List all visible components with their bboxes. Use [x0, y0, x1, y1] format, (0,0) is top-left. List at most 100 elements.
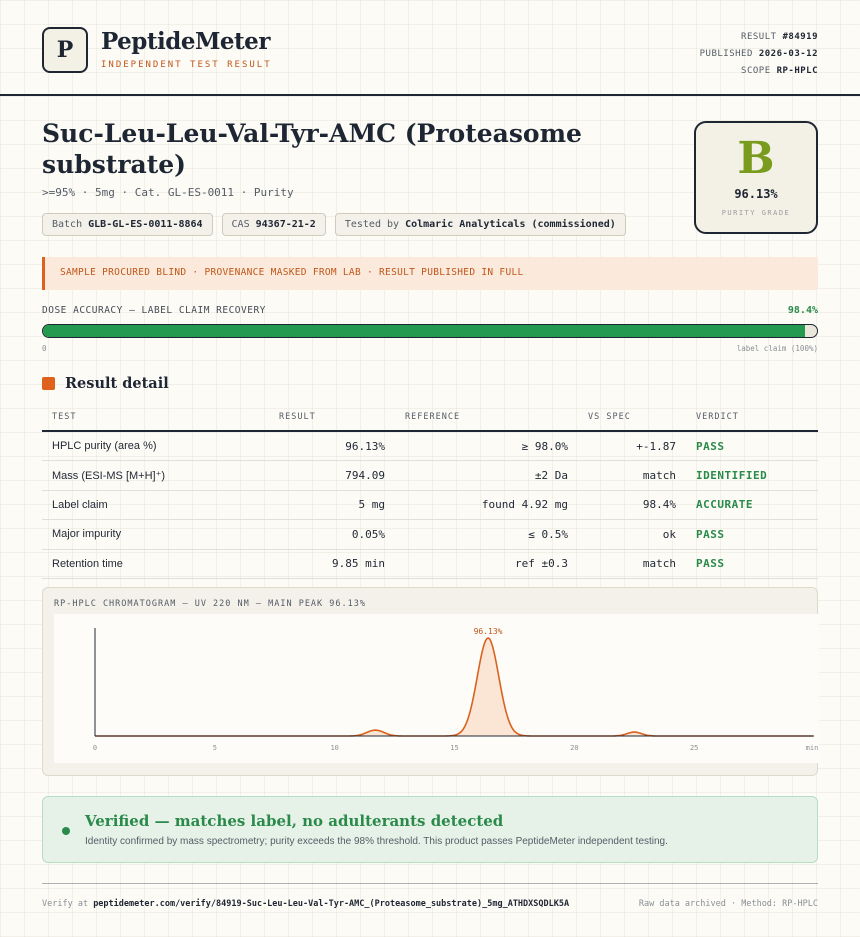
cas-chip: CAS 94367-21-2: [221, 213, 326, 236]
result-id-label: RESULT: [741, 32, 777, 42]
col-vs-spec: VS SPEC: [578, 404, 686, 432]
test-reference: ±2 Da: [395, 460, 578, 491]
published-label: PUBLISHED: [699, 49, 753, 59]
verified-dot-icon: [62, 827, 70, 835]
result-detail-heading: Result detail: [42, 375, 169, 392]
bar-min-label: 0: [42, 344, 47, 353]
result-table: TEST RESULT REFERENCE VS SPEC VERDICT HP…: [42, 404, 818, 579]
logo-icon: P: [42, 27, 88, 73]
verify-prefix: Verify at: [42, 899, 89, 909]
verify-url-link[interactable]: peptidemeter.com/verify/84919-Suc-Leu-Le…: [93, 899, 569, 909]
tested-by-value: Colmaric Analyticals (commissioned): [405, 219, 616, 230]
x-tick-label: 5: [213, 744, 217, 752]
verify-link-row: Verify at peptidemeter.com/verify/84919-…: [42, 899, 569, 909]
dose-accuracy-fill: [43, 325, 805, 337]
grade-label: PURITY GRADE: [721, 209, 791, 217]
test-vs-spec: 98.4%: [578, 490, 686, 520]
blind-sample-notice: SAMPLE PROCURED BLIND · PROVENANCE MASKE…: [42, 257, 818, 290]
section-title: Result detail: [65, 375, 169, 392]
published-value: 2026-03-12: [758, 49, 818, 59]
chromatogram-line: [95, 637, 813, 737]
test-result: 5 mg: [269, 490, 395, 520]
test-name: Major impurity: [42, 519, 269, 550]
test-reference: ≥ 98.0%: [395, 431, 578, 461]
x-tick-label: 10: [330, 744, 338, 752]
batch-value: GLB-GL-ES-0011-8864: [88, 219, 203, 230]
test-verdict: PASS: [686, 431, 818, 461]
table-row: HPLC purity (area %) 96.13% ≥ 98.0% +-1.…: [42, 431, 818, 461]
scope-value: RP-HPLC: [776, 66, 818, 76]
grade-value: 96.13%: [734, 187, 778, 201]
test-vs-spec: ok: [578, 519, 686, 550]
footer-method: Raw data archived · Method: RP-HPLC: [638, 899, 818, 909]
cas-label: CAS: [231, 219, 250, 230]
tested-by-label: Tested by: [344, 219, 400, 230]
report-header: P PeptideMeter INDEPENDENT TEST RESULT R…: [0, 0, 860, 96]
brand-name: PeptideMeter: [101, 28, 270, 55]
table-header-row: TEST RESULT REFERENCE VS SPEC VERDICT: [42, 404, 818, 432]
cas-value: 94367-21-2: [255, 219, 316, 230]
test-result: 0.05%: [269, 519, 395, 550]
x-tick-label: 0: [93, 744, 97, 752]
chromatogram-area: [95, 638, 814, 736]
footer-divider: [42, 883, 818, 884]
test-name: Mass (ESI-MS [M+H]⁺): [42, 460, 269, 491]
test-reference: ref ±0.3: [395, 549, 578, 579]
col-test: TEST: [42, 404, 269, 432]
table-row: Retention time 9.85 min ref ±0.3 match P…: [42, 549, 818, 579]
purity-grade-card: B 96.13% PURITY GRADE: [694, 121, 818, 234]
test-verdict: IDENTIFIED: [686, 460, 818, 491]
grade-letter: B: [737, 133, 775, 184]
bar-max-label: label claim (100%): [736, 344, 818, 353]
tested-by-chip: Tested by Colmaric Analyticals (commissi…: [334, 213, 626, 236]
x-tick-label: 20: [570, 744, 578, 752]
peak-label: 96.13%: [474, 627, 503, 636]
col-reference: REFERENCE: [395, 404, 578, 432]
batch-chip: Batch GLB-GL-ES-0011-8864: [42, 213, 213, 236]
verified-banner: Verified — matches label, no adulterants…: [42, 796, 818, 863]
chromatogram-plot: 0 5 10 15 20 25 min 96.13%: [54, 614, 819, 763]
test-verdict: PASS: [686, 519, 818, 550]
table-row: Major impurity 0.05% ≤ 0.5% ok PASS: [42, 519, 818, 550]
verified-description: Identity confirmed by mass spectrometry;…: [85, 836, 668, 847]
test-verdict: ACCURATE: [686, 490, 818, 520]
x-tick-label: 15: [450, 744, 458, 752]
scope-row: SCOPE RP-HPLC: [700, 63, 818, 80]
dose-accuracy-label: DOSE ACCURACY — LABEL CLAIM RECOVERY: [42, 305, 266, 316]
dose-accuracy-bar: [42, 324, 818, 338]
chromatogram-title: RP-HPLC CHROMATOGRAM — UV 220 NM — MAIN …: [54, 599, 366, 609]
col-verdict: VERDICT: [686, 404, 818, 432]
chromatogram-svg: 0 5 10 15 20 25 min 96.13%: [93, 627, 819, 752]
dose-accuracy-value: 98.4%: [787, 305, 818, 316]
test-name: Retention time: [42, 549, 269, 579]
test-vs-spec: match: [578, 460, 686, 491]
result-id-row: RESULT #84919: [700, 29, 818, 46]
published-row: PUBLISHED 2026-03-12: [700, 46, 818, 63]
test-result: 96.13%: [269, 431, 395, 461]
product-chips: Batch GLB-GL-ES-0011-8864 CAS 94367-21-2…: [42, 213, 626, 236]
result-id-value: #84919: [782, 32, 818, 42]
verified-title: Verified — matches label, no adulterants…: [85, 812, 504, 830]
chromatogram-panel: RP-HPLC CHROMATOGRAM — UV 220 NM — MAIN …: [42, 587, 819, 776]
test-name: HPLC purity (area %): [42, 431, 269, 461]
batch-label: Batch: [52, 219, 83, 230]
table-row: Mass (ESI-MS [M+H]⁺) 794.09 ±2 Da match …: [42, 460, 818, 491]
test-vs-spec: match: [578, 549, 686, 579]
x-tick-label: 25: [690, 744, 698, 752]
table-row: Label claim 5 mg found 4.92 mg 98.4% ACC…: [42, 490, 818, 520]
test-reference: found 4.92 mg: [395, 490, 578, 520]
brand-subtitle: INDEPENDENT TEST RESULT: [101, 60, 272, 70]
result-meta: RESULT #84919 PUBLISHED 2026-03-12 SCOPE…: [700, 29, 818, 80]
test-vs-spec: +-1.87: [578, 431, 686, 461]
col-result: RESULT: [269, 404, 395, 432]
test-result: 794.09: [269, 460, 395, 491]
test-verdict: PASS: [686, 549, 818, 579]
section-marker-icon: [42, 377, 55, 390]
test-name: Label claim: [42, 490, 269, 520]
product-subtitle: >=95% · 5mg · Cat. GL-ES-0011 · Purity: [42, 186, 294, 199]
test-result: 9.85 min: [269, 549, 395, 579]
x-axis-unit: min: [806, 744, 819, 752]
test-reference: ≤ 0.5%: [395, 519, 578, 550]
product-title: Suc-Leu-Leu-Val-Tyr-AMC (Proteasome subs…: [42, 119, 582, 179]
scope-label: SCOPE: [741, 66, 771, 76]
